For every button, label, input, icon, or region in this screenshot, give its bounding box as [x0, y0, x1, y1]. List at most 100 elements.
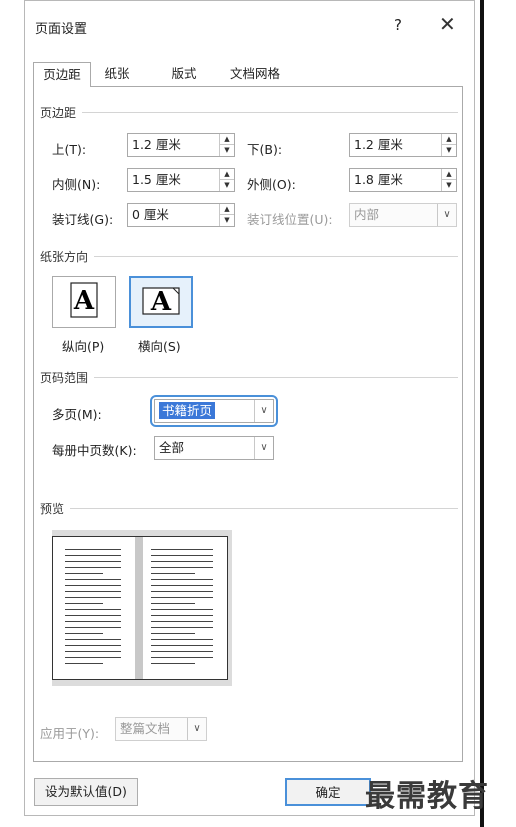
chevron-down-icon[interactable]: ∨	[254, 437, 273, 459]
preview-text-line	[151, 633, 195, 634]
tab-doc-grid[interactable]: 文档网格	[222, 62, 288, 86]
preview-text-line	[65, 555, 121, 556]
gutter-position-select: 内部 ∨	[349, 203, 457, 227]
preview-text-line	[151, 615, 213, 616]
apply-to-label: 应用于(Y):	[40, 726, 100, 741]
chevron-down-icon: ∨	[437, 204, 456, 226]
tab-layout[interactable]: 版式	[162, 62, 206, 86]
window-edge	[480, 0, 484, 827]
section-divider	[40, 256, 458, 257]
multiple-pages-select[interactable]: 书籍折页 ∨	[154, 399, 274, 423]
top-margin-spinner[interactable]: ▲ ▼	[219, 134, 234, 156]
inside-margin-input[interactable]: 1.5 厘米 ▲ ▼	[127, 168, 235, 192]
sheets-per-booklet-select[interactable]: 全部 ∨	[154, 436, 274, 460]
inside-margin-label: 内侧(N):	[52, 177, 101, 192]
svg-text:A: A	[150, 287, 172, 317]
preview-text-line	[151, 585, 213, 586]
chevron-down-icon[interactable]: ∨	[254, 400, 273, 422]
inside-margin-spinner[interactable]: ▲ ▼	[219, 169, 234, 191]
outside-margin-label: 外侧(O):	[247, 177, 296, 192]
apply-to-select: 整篇文档 ∨	[115, 717, 207, 741]
preview-text-line	[151, 663, 195, 664]
section-divider	[40, 377, 458, 378]
help-button[interactable]: ?	[394, 16, 402, 34]
landscape-page-icon: A	[142, 287, 180, 317]
set-as-default-button[interactable]: 设为默认值(D)	[34, 778, 138, 806]
preview-text-line	[151, 645, 213, 646]
preview-text-line	[151, 657, 213, 658]
preview-text-line	[151, 603, 195, 604]
spin-up-icon[interactable]: ▲	[220, 134, 234, 145]
bottom-margin-spinner[interactable]: ▲ ▼	[441, 134, 456, 156]
preview-text-line	[65, 651, 121, 652]
gutter-spinner[interactable]: ▲ ▼	[219, 204, 234, 226]
chevron-down-icon: ∨	[187, 718, 206, 740]
close-button[interactable]: ✕	[439, 12, 456, 36]
preview-text-line	[65, 639, 121, 640]
preview-text-line	[151, 627, 213, 628]
ok-button[interactable]: 确定	[285, 778, 371, 806]
tab-margins[interactable]: 页边距	[33, 62, 91, 87]
preview-text-line	[65, 615, 121, 616]
gutter-input[interactable]: 0 厘米 ▲ ▼	[127, 203, 235, 227]
top-margin-label: 上(T):	[52, 142, 87, 157]
pages-section-title: 页码范围	[40, 369, 95, 386]
preview-text-line	[151, 609, 213, 610]
bottom-margin-input[interactable]: 1.2 厘米 ▲ ▼	[349, 133, 457, 157]
svg-text:A: A	[73, 286, 95, 316]
preview-text-line	[65, 567, 121, 568]
preview-text-line	[65, 657, 121, 658]
preview-text-line	[151, 639, 213, 640]
spin-up-icon[interactable]: ▲	[442, 134, 456, 145]
sheets-per-booklet-label: 每册中页数(K):	[52, 443, 137, 458]
landscape-label: 横向(S)	[138, 339, 181, 354]
landscape-button[interactable]: A	[129, 276, 193, 328]
portrait-page-icon: A	[70, 282, 98, 318]
outside-margin-input[interactable]: 1.8 厘米 ▲ ▼	[349, 168, 457, 192]
preview-text-line	[151, 579, 213, 580]
preview-text-line	[65, 603, 103, 604]
preview-text-line	[151, 621, 213, 622]
preview-text-line	[65, 573, 103, 574]
preview-text-line	[151, 597, 213, 598]
preview-text-line	[65, 549, 121, 550]
preview-gutter	[135, 537, 143, 679]
spin-down-icon[interactable]: ▼	[442, 180, 456, 191]
preview-text-line	[151, 561, 213, 562]
preview-text-line	[151, 591, 213, 592]
spin-up-icon[interactable]: ▲	[220, 169, 234, 180]
spin-down-icon[interactable]: ▼	[220, 215, 234, 226]
multiple-pages-label: 多页(M):	[52, 407, 102, 422]
gutter-label: 装订线(G):	[52, 212, 114, 227]
preview-section-title: 预览	[40, 500, 71, 517]
preview-text-line	[65, 663, 103, 664]
preview-text-line	[65, 585, 121, 586]
spin-down-icon[interactable]: ▼	[442, 145, 456, 156]
portrait-button[interactable]: A	[52, 276, 116, 328]
preview-text-line	[65, 627, 121, 628]
tab-paper[interactable]: 纸张	[95, 62, 139, 86]
booklet-preview	[52, 536, 228, 680]
preview-text-line	[65, 621, 121, 622]
preview-text-line	[65, 591, 121, 592]
spin-down-icon[interactable]: ▼	[220, 180, 234, 191]
preview-text-line	[151, 651, 213, 652]
preview-text-line	[151, 567, 213, 568]
bottom-margin-label: 下(B):	[247, 142, 283, 157]
orientation-section-title: 纸张方向	[40, 248, 95, 265]
spin-up-icon[interactable]: ▲	[442, 169, 456, 180]
spin-up-icon[interactable]: ▲	[220, 204, 234, 215]
top-margin-input[interactable]: 1.2 厘米 ▲ ▼	[127, 133, 235, 157]
preview-text-line	[151, 573, 195, 574]
portrait-label: 纵向(P)	[62, 339, 105, 354]
watermark-logo: 最需教育	[365, 779, 489, 814]
preview-text-line	[65, 645, 121, 646]
dialog-title: 页面设置	[35, 22, 88, 37]
gutter-position-label: 装订线位置(U):	[247, 212, 333, 227]
preview-text-line	[65, 633, 103, 634]
outside-margin-spinner[interactable]: ▲ ▼	[441, 169, 456, 191]
margins-section-title: 页边距	[40, 104, 83, 121]
spin-down-icon[interactable]: ▼	[220, 145, 234, 156]
preview-text-line	[65, 609, 121, 610]
preview-text-line	[65, 561, 121, 562]
